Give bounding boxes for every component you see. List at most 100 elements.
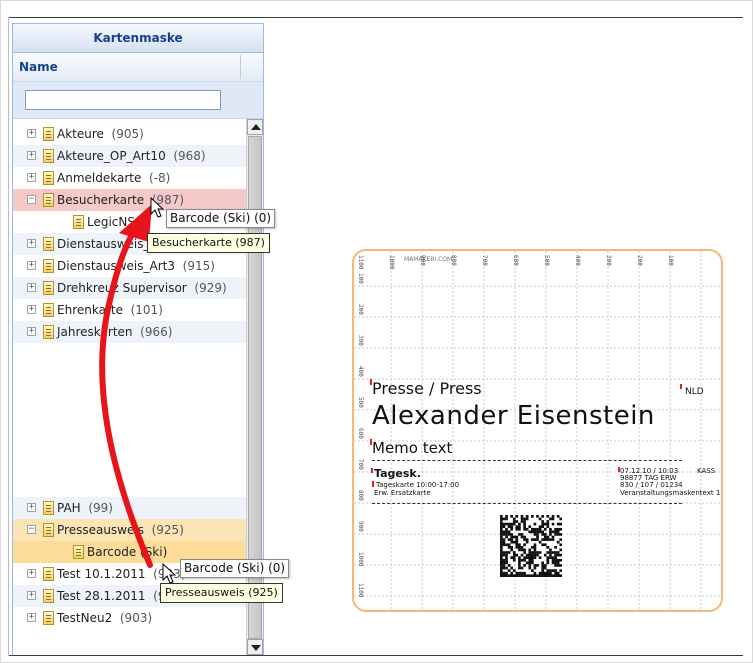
barcode-module [510, 540, 514, 544]
barcode-module [559, 564, 562, 567]
name-filter-input[interactable] [25, 90, 221, 110]
barcode-module [520, 520, 524, 523]
name-column-header[interactable]: Name [13, 53, 263, 82]
barcode-module [551, 558, 555, 562]
barcode-module [500, 525, 503, 529]
card-role-text[interactable]: Presse / Press [372, 379, 482, 398]
barcode-module [531, 553, 534, 557]
tree-node[interactable]: + Akteure_OP_Art10 (968) [13, 145, 247, 167]
barcode-module [523, 551, 526, 554]
barcode-module [515, 574, 519, 577]
panel-title: Kartenmaske [13, 24, 263, 53]
barcode-module [510, 522, 514, 526]
barcode-module [500, 556, 503, 560]
tree-node[interactable]: + Dienstausweis_Art3 (915) [13, 255, 247, 277]
barcode-module [502, 564, 506, 567]
scroll-up-button[interactable] [247, 119, 263, 135]
tree-node[interactable]: + Ehrenkarte (101) [13, 299, 247, 321]
expand-plus-icon[interactable]: + [27, 283, 36, 292]
info-line3-text[interactable]: 830 / 107 / 01234 [620, 481, 683, 489]
barcode-module [525, 540, 529, 544]
barcode-module [505, 574, 508, 577]
ruler-tick-label: 200 [357, 304, 364, 315]
tree-node[interactable]: + Drehkreuz Supervisor (929) [13, 277, 247, 299]
tree-node-label: Drehkreuz Supervisor (929) [57, 277, 227, 299]
tree-node[interactable]: + PAH (99) [13, 497, 247, 519]
barcode-module [531, 530, 534, 534]
barcode-module [510, 571, 514, 575]
tree-node-count: (929) [194, 281, 227, 295]
barcode-module [525, 574, 529, 577]
barcode-module [523, 556, 526, 560]
barcode-module [538, 527, 542, 531]
expand-plus-icon[interactable]: + [27, 569, 36, 578]
name-column-label: Name [19, 60, 58, 74]
barcode-module [515, 527, 519, 531]
barcode-module [518, 527, 521, 531]
barcode-module [546, 551, 550, 554]
dashed-separator [372, 460, 682, 461]
tree-node[interactable]: + Akteure (905) [13, 123, 247, 145]
expand-plus-icon[interactable]: + [27, 305, 36, 314]
expand-plus-icon[interactable]: + [27, 613, 36, 622]
barcode-module [523, 520, 526, 523]
card-preview[interactable]: 1100 1000 900 800 700 600 500 400 300 200 100 100 2… [352, 249, 723, 612]
collapse-minus-icon[interactable]: − [27, 195, 36, 204]
expand-plus-icon[interactable]: + [27, 591, 36, 600]
tree-node[interactable]: − Besucherkarte (987) [13, 189, 247, 211]
card-memo-text[interactable]: Memo text [372, 439, 452, 457]
barcode-module [543, 535, 547, 539]
tree-node[interactable]: − Presseausweis (925) [13, 519, 247, 541]
barcode-module [502, 574, 506, 577]
tree-node-name: Anmeldekarte [57, 171, 142, 185]
ruler-tick-label: 1100 [357, 583, 364, 598]
ticket-title-text[interactable]: Tagesk. [374, 467, 421, 480]
tree-node[interactable]: + Jahreskarten (966) [13, 321, 247, 343]
barcode-module [512, 569, 516, 572]
barcode-module [528, 564, 532, 567]
barcode-module [505, 515, 508, 518]
expand-plus-icon[interactable]: + [27, 261, 36, 270]
tree-node[interactable]: + Anmeldekarte (-8) [13, 167, 247, 189]
expand-plus-icon[interactable]: + [27, 239, 36, 248]
barcode-module [520, 558, 524, 562]
drop-tooltip-bottom: Presseausweis (925) [160, 583, 283, 603]
barcode-module [531, 527, 534, 531]
card-mask-icon [43, 523, 54, 537]
barcode-module [523, 543, 526, 547]
barcode-module [546, 535, 550, 539]
expand-plus-icon[interactable]: + [27, 503, 36, 512]
card-country-text[interactable]: NLD [685, 387, 704, 397]
barcode-module [543, 553, 547, 557]
barcode-module [502, 566, 506, 570]
barcode-module [523, 525, 526, 529]
scroll-down-button[interactable] [247, 639, 263, 655]
tree-node[interactable]: + TestNeu2 (903) [13, 607, 247, 629]
barcode-module [500, 515, 503, 518]
barcode-module [523, 548, 526, 552]
barcode-module [507, 543, 511, 547]
barcode-module [507, 574, 511, 577]
ruler-tick-label: 1000 [388, 255, 395, 270]
info-line4-text[interactable]: Veranstaltungsmaskentext 1 [620, 489, 720, 497]
expand-plus-icon[interactable]: + [27, 151, 36, 160]
barcode-module [510, 533, 514, 536]
barcode-module [500, 522, 503, 526]
tree-node-name: Akteure [57, 127, 104, 141]
expand-plus-icon[interactable]: + [27, 327, 36, 336]
card-mask-icon [43, 237, 54, 251]
info-side-text[interactable]: KASS [697, 467, 715, 475]
expand-plus-icon[interactable]: + [27, 129, 36, 138]
ticket-line1-text[interactable]: Tageskarte 10:00-17:00 [376, 481, 459, 489]
card-name-text[interactable]: Alexander Eisenstein [372, 401, 655, 431]
barcode-module [500, 561, 503, 565]
barcode-matrix-icon[interactable] [500, 515, 562, 577]
barcode-module [505, 533, 508, 536]
expand-plus-icon[interactable]: + [27, 173, 36, 182]
barcode-module [536, 538, 539, 541]
collapse-minus-icon[interactable]: − [27, 525, 36, 534]
barcode-module [533, 566, 537, 570]
ruler-tick-label: 700 [481, 255, 488, 266]
ticket-line2-text[interactable]: Erw. Ersatzkarte [374, 489, 431, 497]
card-mask-icon [73, 215, 84, 229]
